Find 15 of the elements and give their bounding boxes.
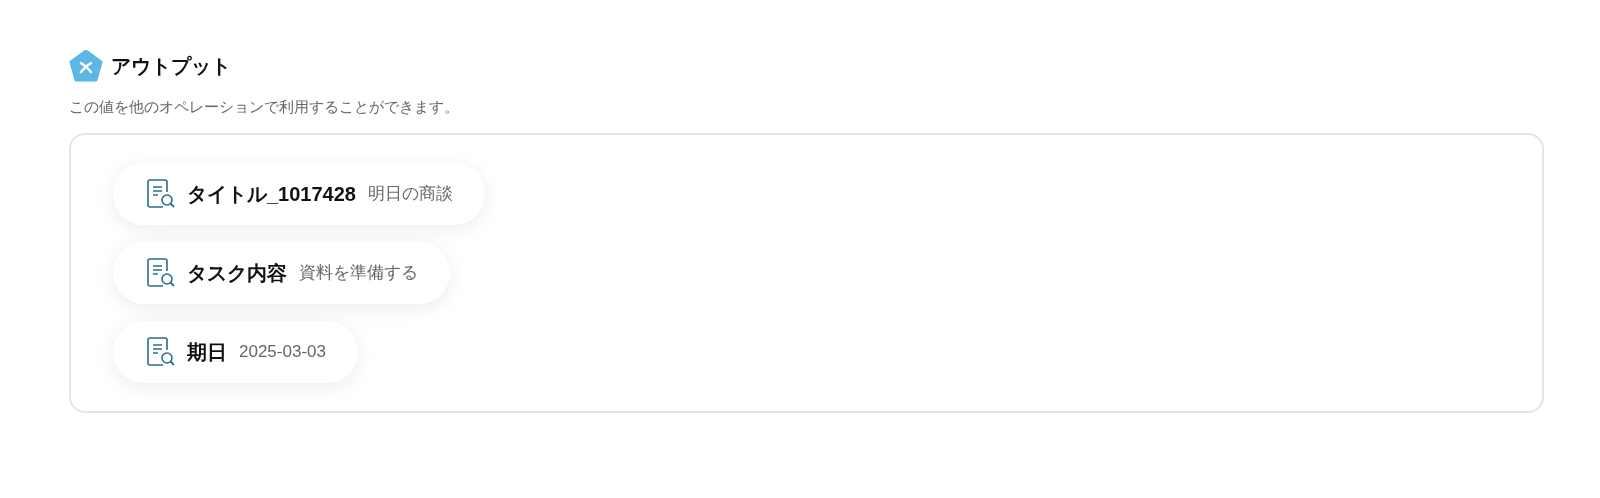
output-chip[interactable]: タイトル_1017428 明日の商談	[113, 162, 485, 225]
output-chip[interactable]: タスク内容 資料を準備する	[113, 241, 450, 304]
output-label: タイトル_1017428	[187, 181, 356, 207]
document-search-icon	[147, 257, 175, 288]
output-value: 資料を準備する	[299, 261, 418, 284]
document-search-icon	[147, 336, 175, 367]
output-value: 2025-03-03	[239, 340, 326, 363]
output-value: 明日の商談	[368, 182, 453, 205]
output-label: 期日	[187, 339, 227, 365]
section-description: この値を他のオペレーションで利用することができます。	[69, 97, 460, 117]
document-search-icon	[147, 178, 175, 209]
output-label: タスク内容	[187, 260, 287, 286]
section-title: アウトプット	[111, 54, 231, 79]
pentagon-logo-icon	[69, 50, 103, 82]
output-chip[interactable]: 期日 2025-03-03	[113, 320, 358, 383]
